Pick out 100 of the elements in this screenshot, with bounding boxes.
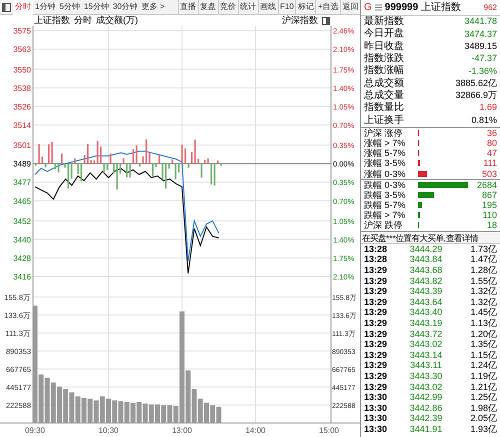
- period-tab[interactable]: 更多 >: [140, 0, 167, 14]
- stat-value: -47.37: [471, 52, 497, 66]
- breadth-count: 36: [486, 128, 497, 138]
- toolbar-button[interactable]: 标记: [295, 0, 316, 14]
- toolbar-button[interactable]: 画线: [258, 0, 278, 14]
- period-tab[interactable]: 分时: [13, 0, 33, 14]
- period-tab[interactable]: 1分钟: [33, 0, 58, 14]
- tick-time: 13:29: [364, 339, 388, 350]
- tick-time: 13:29: [364, 307, 388, 318]
- breadth-count: 110: [482, 210, 497, 220]
- tick-amount: 1.47亿: [469, 254, 497, 264]
- index-code: 999999: [384, 1, 418, 15]
- breadth-count: 195: [480, 200, 497, 210]
- tick-time: 13:28: [364, 244, 388, 254]
- breadth-count: 2684: [476, 180, 497, 190]
- breadth-count: 111: [482, 158, 497, 168]
- time-axis-label: 15:00: [318, 426, 340, 435]
- index-toggle-label: 沪深指数: [282, 15, 318, 26]
- tick-price: 3442.86: [408, 402, 444, 413]
- price-axis-label: 3514: [13, 120, 31, 130]
- price-axis-label: 3489: [13, 160, 31, 169]
- ticks-notice[interactable]: 在买盘***位置有大买单,查看详情: [361, 232, 500, 244]
- tick-time: 13:30: [364, 413, 388, 424]
- tick-price: 3443.39: [408, 286, 444, 296]
- price-axis-label: 3440: [13, 235, 31, 244]
- tick-time: 13:30: [364, 402, 388, 413]
- tick-time: 13:29: [364, 382, 388, 392]
- tick-amount: 1.73亿: [469, 244, 497, 254]
- price-axis-label: 3538: [13, 84, 31, 93]
- stat-label: 指数涨幅: [364, 65, 404, 78]
- stat-value: -1.36%: [468, 64, 497, 78]
- tick-price: 3443.14: [408, 350, 444, 360]
- toolbar-button[interactable]: 竞价: [218, 0, 238, 14]
- toolbar-button[interactable]: 直播: [178, 0, 198, 14]
- tick-price: 3443.11: [409, 360, 443, 370]
- tick-amount: 1.55亿: [469, 276, 497, 286]
- tick-time: 13:30: [364, 424, 388, 434]
- stat-value: 3474.37: [464, 28, 497, 41]
- index-number-label: 962: [484, 2, 497, 14]
- square-icon[interactable]: [322, 16, 330, 24]
- time-axis-label: 13:00: [172, 426, 192, 435]
- tick-amount: 1.13亿: [469, 318, 497, 328]
- breadth-label: 沪深 跌停: [364, 220, 404, 230]
- time-axis-label: 09:30: [24, 426, 46, 435]
- price-axis-label: 3575: [13, 26, 31, 36]
- tick-price: 3443.82: [408, 276, 444, 286]
- tick-amount: 1.19亿: [469, 370, 497, 381]
- tick-time: 13:28: [364, 254, 388, 264]
- price-axis-label: 3563: [13, 45, 31, 54]
- stat-value: 1.69: [479, 101, 497, 114]
- menu-icon[interactable]: [374, 4, 382, 11]
- stat-label: 指数涨跌: [364, 53, 404, 64]
- breadth-count: 503: [480, 168, 497, 179]
- period-tab[interactable]: 30分钟: [110, 0, 140, 14]
- tick-price: 3443.64: [408, 296, 444, 307]
- tick-time: 13:30: [364, 392, 388, 402]
- tick-amount: 1.45亿: [469, 307, 497, 318]
- toolbar-button[interactable]: +自选: [315, 0, 340, 14]
- tick-price: 3443.72: [408, 328, 444, 339]
- market-prefix: G: [364, 1, 372, 15]
- price-axis-label: 3465: [13, 196, 31, 206]
- index-name: 上证指数: [421, 0, 462, 15]
- tick-price: 3443.84: [408, 254, 444, 264]
- stat-label: 指数量比: [364, 102, 404, 114]
- breadth-label: 涨幅 > 7%: [364, 138, 406, 148]
- time-axis-label: 14:00: [245, 426, 266, 435]
- tick-amount: 1.93亿: [469, 424, 497, 434]
- stat-value: 0.81%: [471, 114, 497, 127]
- tick-amount: 1.15亿: [469, 350, 497, 360]
- price-axis-label: 3428: [13, 254, 31, 263]
- tick-time: 13:29: [364, 350, 388, 360]
- tick-amount: 1.21亿: [469, 382, 497, 392]
- price-axis-label: 3416: [13, 272, 31, 282]
- breadth-label: 涨幅 5-7%: [364, 148, 407, 158]
- toolbar-button[interactable]: F10: [278, 0, 296, 14]
- square-icon[interactable]: [2, 2, 11, 12]
- breadth-label: 涨幅 0-3%: [364, 168, 407, 179]
- tick-amount: 1.28亿: [469, 265, 497, 276]
- tick-amount: 1.32亿: [469, 296, 497, 307]
- chart-measure: 成交额(万): [96, 15, 138, 26]
- tick-price: 3441.91: [408, 424, 444, 434]
- tick-amount: 1.32亿: [469, 286, 497, 296]
- stat-label: 总成交额: [364, 78, 404, 90]
- toolbar-button[interactable]: 统计: [238, 0, 258, 14]
- tick-amount: 1.25亿: [469, 392, 497, 402]
- tick-time: 13:29: [364, 296, 388, 307]
- tick-price: 3443.02: [408, 382, 444, 392]
- period-tab[interactable]: 5分钟: [57, 0, 82, 14]
- stat-label: 最新指数: [364, 16, 404, 28]
- breadth-label: 跌幅 5-7%: [364, 200, 407, 210]
- tick-price: 3442.99: [408, 392, 444, 402]
- tick-price: 3443.30: [408, 370, 444, 381]
- period-tab[interactable]: 15分钟: [82, 0, 111, 14]
- price-axis-label: 3526: [13, 102, 31, 112]
- toolbar-button[interactable]: 复盘: [198, 0, 218, 14]
- toolbar-button[interactable]: 返回: [340, 0, 360, 14]
- breadth-label: 跌幅 3-5%: [364, 190, 407, 200]
- tick-price: 3443.40: [408, 307, 444, 318]
- breadth-label: 跌幅 > 7%: [364, 210, 406, 220]
- tick-price: 3444.29: [408, 244, 444, 254]
